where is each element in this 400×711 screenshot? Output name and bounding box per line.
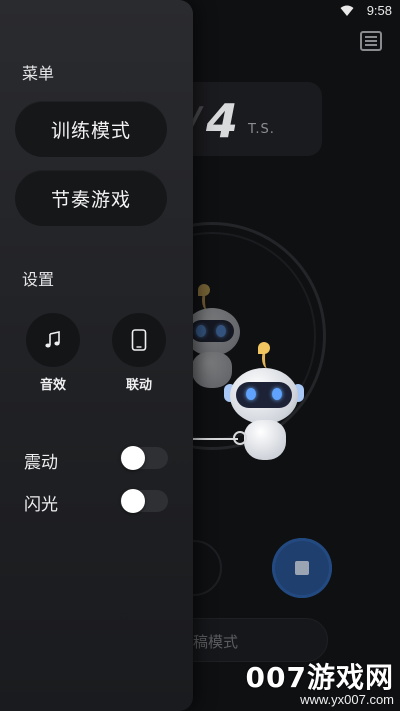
sound-effects-label: 音效 bbox=[39, 378, 66, 393]
wifi-icon bbox=[340, 5, 354, 16]
watermark-brand: 007游戏网 bbox=[245, 661, 394, 694]
rhythm-game-label: 节奏游戏 bbox=[50, 188, 131, 211]
settings-section-title: 设置 bbox=[22, 270, 55, 289]
link-device-label: 联动 bbox=[125, 378, 152, 393]
navigation-drawer: 菜单 训练模式 节奏游戏 设置 音效 联动 震动 闪光 bbox=[0, 0, 193, 711]
mode-pill-label: 稿模式 bbox=[193, 633, 239, 651]
flash-label: 闪光 bbox=[24, 495, 58, 515]
pendulum-knob[interactable] bbox=[233, 431, 247, 445]
phone-icon bbox=[131, 329, 147, 351]
link-device-button[interactable] bbox=[112, 313, 166, 367]
time-signature-value: 4 bbox=[206, 94, 239, 148]
robot-mascot bbox=[222, 342, 306, 468]
watermark: 007游戏网 www.yx007.com bbox=[246, 656, 394, 707]
menu-section-title: 菜单 bbox=[22, 64, 55, 83]
status-time: 9:58 bbox=[366, 3, 392, 18]
music-note-icon bbox=[45, 331, 60, 348]
rhythm-game-button[interactable]: 节奏游戏 bbox=[15, 170, 167, 226]
time-signature-unit: T.S. bbox=[248, 122, 275, 137]
training-mode-button[interactable]: 训练模式 bbox=[15, 101, 167, 157]
list-icon[interactable] bbox=[360, 31, 382, 51]
stop-icon bbox=[295, 561, 309, 575]
vibration-label: 震动 bbox=[24, 453, 58, 473]
sound-effects-button[interactable] bbox=[26, 313, 80, 367]
flash-toggle[interactable] bbox=[120, 489, 168, 513]
stop-button[interactable] bbox=[272, 538, 332, 598]
vibration-toggle[interactable] bbox=[120, 446, 168, 470]
training-mode-label: 训练模式 bbox=[50, 119, 131, 142]
